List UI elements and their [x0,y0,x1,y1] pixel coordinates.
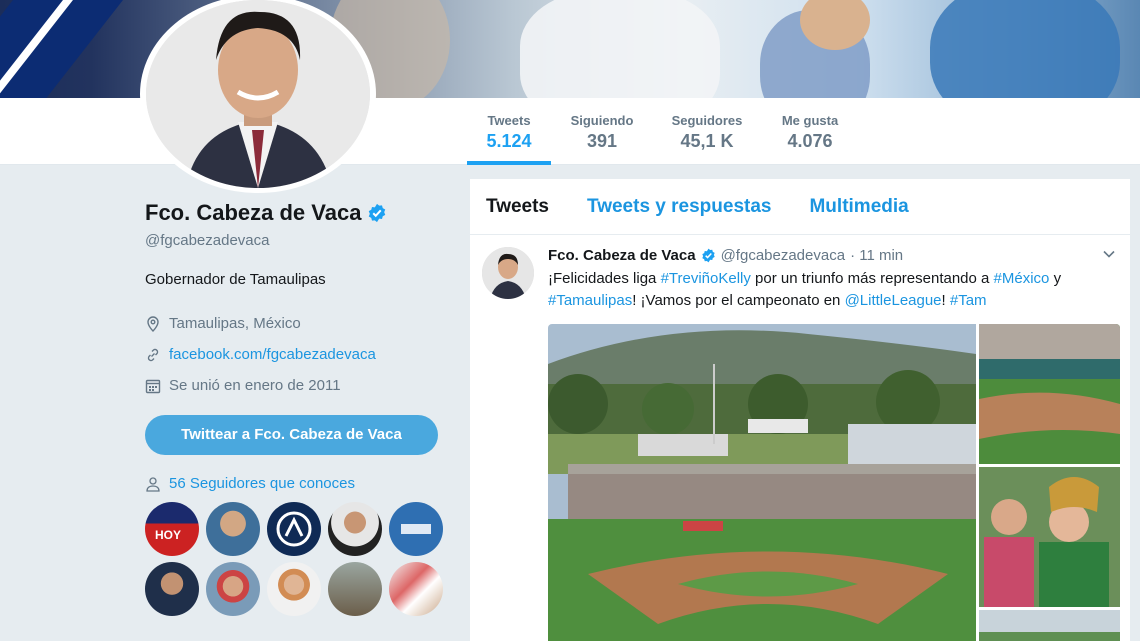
calendar-icon [145,379,161,393]
tweet-photo-stadium[interactable] [548,324,976,641]
map-pin-icon [147,315,159,332]
stat-value: 5.124 [486,131,532,151]
person-icon [146,476,160,492]
follower-avatar[interactable] [389,502,443,556]
tweet-timestamp[interactable]: · 11 min [850,247,903,264]
profile-bio: Gobernador de Tamaulipas [145,271,326,288]
stat-following[interactable]: Siguiendo 391 [562,98,642,165]
stat-label: Seguidores [671,113,743,128]
location-text: Tamaulipas, México [169,315,301,332]
verified-badge-icon [701,248,715,263]
tweet-text: ¡Felicidades liga #TreviñoKelly por un t… [548,268,1108,312]
stat-label: Me gusta [781,113,839,128]
tab-tweets[interactable]: Tweets [486,196,549,218]
tweet-author-handle[interactable]: @fgcabezadevaca [721,247,845,264]
stat-value: 391 [586,131,618,151]
hashtag-link[interactable]: #Tamaulipas [548,292,632,309]
tweet-media [548,324,1120,641]
tweet-header: Fco. Cabeza de Vaca @fgcabezadevaca · 11… [548,247,1116,264]
stat-value: 4.076 [787,131,833,151]
profile-name[interactable]: Fco. Cabeza de Vaca [145,200,361,226]
tweet-author-name[interactable]: Fco. Cabeza de Vaca [548,247,696,264]
joined-text: Se unió en enero de 2011 [169,377,341,394]
joined-row: Se unió en enero de 2011 [145,370,455,401]
followers-you-know[interactable]: 56 Seguidores que conoces [145,475,455,492]
profile-handle[interactable]: @fgcabezadevaca [145,232,455,249]
tweet[interactable]: Fco. Cabeza de Vaca @fgcabezadevaca · 11… [470,235,1130,641]
follower-avatar[interactable] [267,562,321,616]
location-row: Tamaulipas, México [145,308,455,339]
profile-card: Fco. Cabeza de Vaca @fgcabezadevaca Gobe… [145,200,455,616]
website-link[interactable]: facebook.com/fgcabezadevaca [169,346,376,363]
profile-avatar[interactable] [140,0,376,193]
follower-avatar-grid: HOY [145,502,455,616]
tweet-to-button[interactable]: Twittear a Fco. Cabeza de Vaca [145,415,438,455]
timeline-tabs: Tweets Tweets y respuestas Multimedia [470,179,1130,235]
follower-avatar[interactable] [206,502,260,556]
tweet-avatar[interactable] [482,247,534,299]
timeline: Tweets Tweets y respuestas Multimedia Fc… [469,178,1131,641]
tweet-text-segment: y [1049,270,1062,287]
tweet-text-segment: por un triunfo más representando a [750,270,994,287]
follower-avatar[interactable] [267,502,321,556]
follower-avatar[interactable] [389,562,443,616]
tab-tweets-and-replies[interactable]: Tweets y respuestas [587,196,771,218]
verified-badge-icon [369,203,386,223]
stat-value: 45,1 K [680,131,734,151]
hashtag-link[interactable]: #Tam [950,292,987,309]
follower-avatar[interactable] [328,562,382,616]
tweet-text-segment: ! [941,292,950,309]
stat-likes[interactable]: Me gusta 4.076 [772,98,848,165]
hashtag-link[interactable]: #TreviñoKelly [661,270,751,287]
followers-you-know-text: 56 Seguidores que conoces [169,475,355,492]
chevron-down-icon[interactable] [1102,247,1116,261]
follower-avatar[interactable] [206,562,260,616]
follower-avatar[interactable]: HOY [145,502,199,556]
follower-avatar[interactable] [145,562,199,616]
follower-avatar[interactable] [328,502,382,556]
link-icon [147,348,159,361]
stat-tweets[interactable]: Tweets 5.124 [467,98,551,165]
tweet-photo-fans[interactable] [979,467,1120,607]
hashtag-link[interactable]: #México [994,270,1050,287]
stat-label: Siguiendo [570,113,634,128]
mention-link[interactable]: @LittleLeague [845,292,942,309]
website-row: facebook.com/fgcabezadevaca [145,339,455,370]
tweet-text-segment: ! ¡Vamos por el campeonato en [632,292,845,309]
tweet-text-segment: ¡Felicidades liga [548,270,661,287]
tweet-photo-field[interactable] [979,324,1120,464]
tweet-photo-extra[interactable] [979,610,1120,641]
tab-media[interactable]: Multimedia [809,196,908,218]
avatar-label: HOY [155,528,182,542]
stat-label: Tweets [487,113,531,128]
stat-followers[interactable]: Seguidores 45,1 K [664,98,750,165]
